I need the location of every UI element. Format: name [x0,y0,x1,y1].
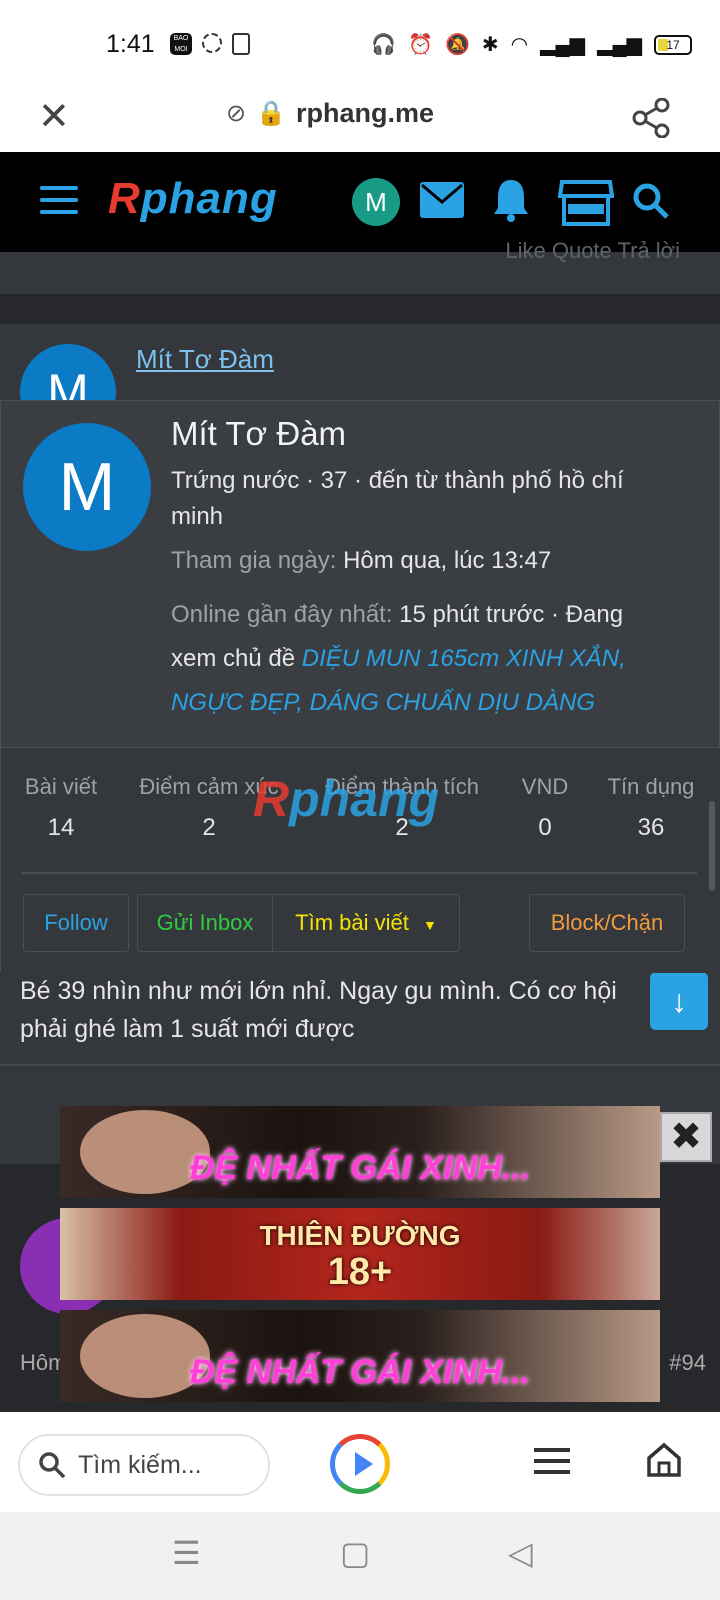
ad-banner-3[interactable]: ĐỆ NHẤT GÁI XINH... [60,1310,660,1402]
signal-icon: ▂▄▆ [540,34,586,56]
settings-icon [202,33,222,53]
url-text: rphang.me [296,98,435,128]
stat-vnd[interactable]: VND 0 [515,774,575,842]
member-name[interactable]: Mít Tơ Đàm [171,415,346,453]
ad-banner-2[interactable]: THIÊN ĐƯỜNG 18+ [60,1208,660,1300]
caret-down-icon: ▼ [422,917,437,933]
user-avatar[interactable]: M [352,178,400,226]
scroll-down-button[interactable]: ↓ [650,972,708,1030]
notification-icons: BAO MOI [170,33,250,55]
follow-button[interactable]: Follow [23,894,129,952]
alarm-icon: ⏰ [408,34,433,56]
close-ad-button[interactable]: ✖ [660,1112,712,1162]
member-last-online: Online gần đây nhất: 15 phút trước · Đan… [171,601,626,716]
home-icon[interactable] [646,1442,682,1478]
browser-bottom-bar: Tìm kiếm... [0,1412,720,1512]
search-field[interactable]: Tìm kiếm... [18,1434,270,1496]
stat-posts[interactable]: Bài viết 14 [21,774,101,842]
back-icon[interactable]: ◁ [508,1534,533,1572]
bell-icon[interactable] [492,178,530,222]
share-icon[interactable] [632,98,670,138]
member-joined: Tham gia ngày: Hôm qua, lúc 13:47 [171,547,552,574]
status-time: 1:41 [106,30,155,58]
bluetooth-icon: ✱ [481,34,499,56]
url-field[interactable]: ⊘ 🔒 rphang.me [226,98,434,129]
post-author-link[interactable]: Mít Tơ Đàm [136,344,274,375]
home-nav-icon[interactable]: ▢ [340,1534,370,1572]
previous-post-actions: Like Quote Trả lời [0,238,720,294]
system-navigation-bar: ☰ ▢ ◁ [0,1512,720,1600]
member-stats: Bài viết 14 Điểm cảm xúc 2 Điểm thành tí… [1,747,720,973]
mute-icon: 🔕 [445,34,470,56]
inbox-button[interactable]: Gửi Inbox [137,894,273,952]
site-logo[interactable]: Rphang [108,174,278,224]
search-icon [39,1452,66,1479]
member-avatar[interactable]: M [23,423,151,551]
close-icon[interactable]: ✕ [38,94,70,139]
block-button[interactable]: Block/Chặn [529,894,685,952]
member-info: Trứng nước · 37 · đến từ thành phố hồ ch… [171,467,624,530]
divider [0,1064,720,1066]
search-icon[interactable] [632,182,670,220]
battery-icon: 17 [654,34,692,55]
list-icon[interactable] [534,1448,570,1481]
find-posts-button[interactable]: Tìm bài viết ▼ [272,894,460,952]
mail-icon[interactable] [420,182,464,218]
clipboard-icon [232,33,250,55]
stat-credit[interactable]: Tín dụng 36 [601,774,701,842]
rphang-watermark: Rphang [253,771,440,827]
scrollbar[interactable] [709,801,715,891]
recents-icon[interactable]: ☰ [172,1534,201,1572]
stats-divider [21,872,697,874]
member-tooltip: M Mít Tơ Đàm Trứng nước · 37 · đến từ th… [0,400,720,973]
next-post-number[interactable]: #94 [669,1350,706,1376]
ad-banners: ĐỆ NHẤT GÁI XINH... THIÊN ĐƯỜNG 18+ ĐỆ N… [60,1106,660,1412]
status-bar: 1:41 BAO MOI 🎧 ⏰ 🔕 ✱ ◠ ▂▄▆ ▂▄▆ 17 [0,0,720,80]
post-message: Bé 39 nhìn như mới lớn nhỉ. Ngay gu mình… [20,977,617,1043]
browser-url-bar: ✕ ⊘ 🔒 rphang.me [0,80,720,152]
lock-icon: 🔒 [256,100,286,127]
ad-banner-1[interactable]: ĐỆ NHẤT GÁI XINH... [60,1106,660,1198]
play-icon[interactable] [330,1434,390,1494]
bao-moi-icon: BAO MOI [170,33,192,55]
system-icons: 🎧 ⏰ 🔕 ✱ ◠ ▂▄▆ ▂▄▆ 17 [371,32,692,57]
store-icon[interactable] [558,178,614,226]
menu-icon[interactable] [40,186,78,216]
site-header: Rphang M [0,152,720,252]
wifi-icon: ◠ [510,34,529,56]
signal2-icon: ▂▄▆ [597,34,642,56]
tracking-off-icon: ⊘ [226,100,247,127]
headphones-icon: 🎧 [371,34,397,56]
